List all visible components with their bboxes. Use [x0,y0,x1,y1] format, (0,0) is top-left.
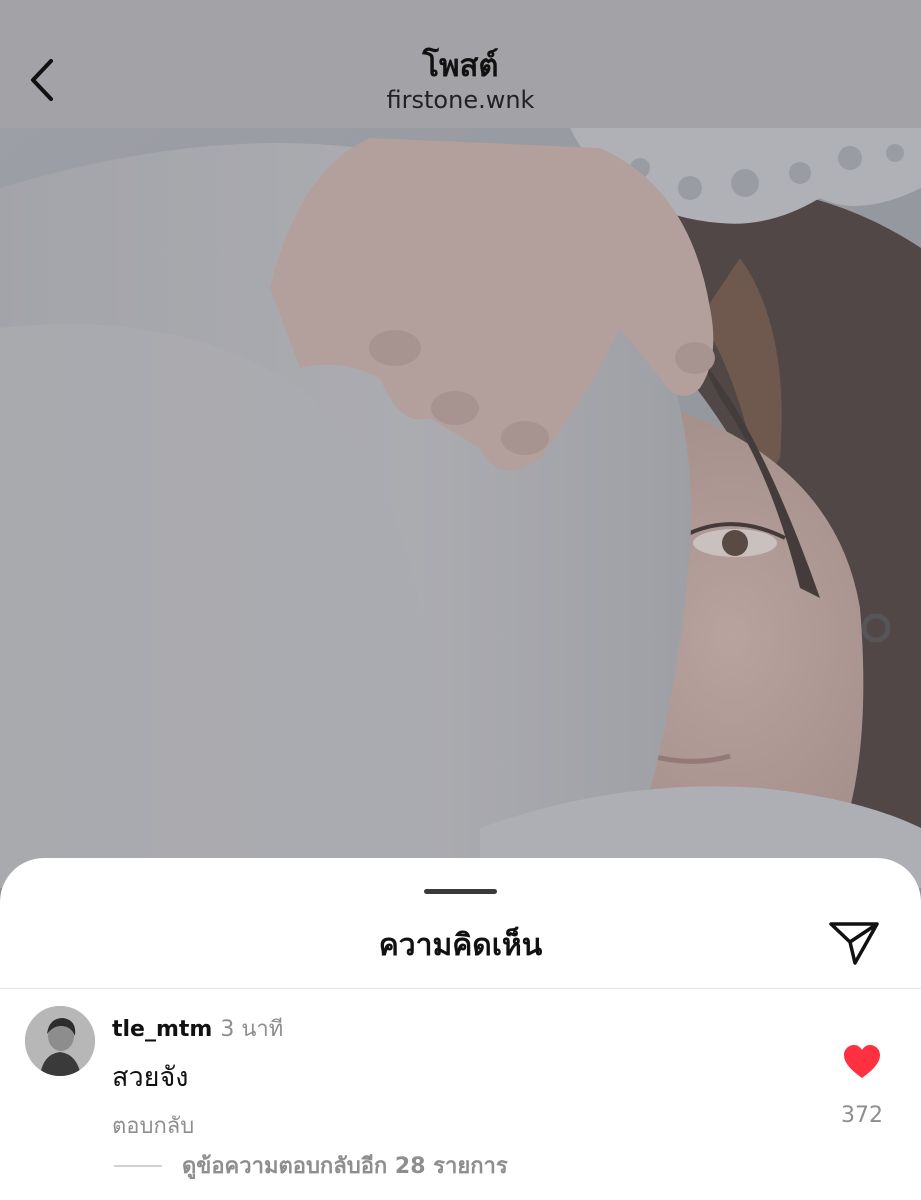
page-title: โพสต์ [422,48,499,84]
sheet-grabber[interactable] [424,889,497,894]
comments-sheet: ความคิดเห็น tle_mtm 3 นาที สวยจัง ตอบกลับ… [0,858,921,1200]
avatar-photo [25,1006,95,1076]
post-photo[interactable] [0,128,921,888]
sheet-divider [0,988,921,989]
like-count: 372 [841,1103,883,1128]
comment-author[interactable]: tle_mtm 3 นาที [112,1011,283,1046]
avatar[interactable] [25,1006,95,1076]
top-navigation-bar: โพสต์ firstone.wnk [0,0,921,128]
heart-filled-icon [844,1045,880,1078]
like-button[interactable] [843,1044,881,1080]
share-button[interactable] [826,917,882,967]
paper-plane-icon [829,922,879,965]
reply-button[interactable]: ตอบกลับ [112,1108,194,1143]
comments-title: ความคิดเห็น [378,928,543,963]
view-more-replies-button[interactable]: ดูข้อความตอบกลับอีก 28 รายการ [114,1148,508,1183]
post-author-username[interactable]: firstone.wnk [0,86,921,114]
comment-username[interactable]: tle_mtm [112,1017,212,1042]
comment-timestamp: 3 นาที [220,1017,284,1042]
view-more-replies-label: ดูข้อความตอบกลับอีก 28 รายการ [182,1154,508,1179]
comment-text: สวยจัง [112,1062,189,1093]
replies-line [114,1164,162,1167]
